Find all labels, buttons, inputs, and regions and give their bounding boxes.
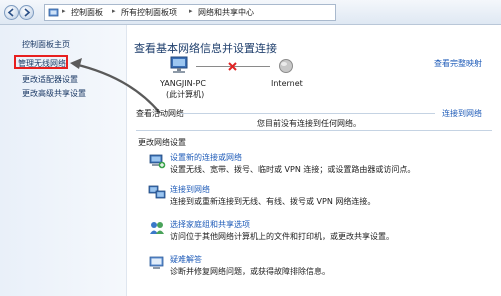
crumb-separator[interactable]: ▸ [189, 7, 193, 15]
computer-name: YANGJIN-PC [160, 79, 206, 88]
disconnected-x-icon [228, 62, 237, 71]
section-divider [136, 130, 492, 131]
breadcrumb[interactable]: ▸ 控制面板 ▸ 所有控制面板项 ▸ 网络和共享中心 [44, 4, 336, 21]
back-button[interactable] [4, 5, 19, 20]
task-connect-network-desc: 连接到或重新连接到无线、有线、拨号或 VPN 网络连接。 [170, 197, 376, 206]
address-bar: ▸ 控制面板 ▸ 所有控制面板项 ▸ 网络和共享中心 [0, 0, 501, 25]
change-settings-label: 更改网络设置 [138, 138, 186, 147]
crumb-separator[interactable]: ▸ [62, 7, 66, 15]
annotation-arrow-icon [70, 58, 161, 114]
connect-to-network-link[interactable]: 连接到网络 [442, 108, 482, 119]
control-panel-icon [48, 8, 59, 17]
connect-network-icon[interactable] [148, 183, 166, 201]
page-title: 查看基本网络信息并设置连接 [134, 42, 277, 55]
task-troubleshoot-link[interactable]: 疑难解答 [170, 254, 202, 265]
sidebar-home-link[interactable]: 控制面板主页 [22, 39, 70, 50]
back-arrow-icon [7, 8, 14, 17]
homegroup-icon[interactable] [148, 219, 166, 237]
new-connection-icon[interactable] [148, 152, 166, 170]
task-setup-connection-desc: 设置无线、宽带、拨号、临时或 VPN 连接；或设置路由器或访问点。 [170, 165, 416, 174]
crumb-all-items[interactable]: 所有控制面板项 [121, 7, 177, 18]
forward-button[interactable] [19, 5, 34, 20]
troubleshoot-icon[interactable] [148, 254, 166, 272]
computer-sub-label: (此计算机) [166, 90, 205, 99]
task-troubleshoot-desc: 诊断并修复网络问题，或获得故障排除信息。 [170, 267, 330, 276]
computer-icon [170, 56, 188, 73]
internet-globe-icon [279, 59, 293, 73]
active-networks-label: 查看活动网络 [136, 109, 184, 118]
section-divider [180, 113, 435, 114]
view-full-map-link[interactable]: 查看完整映射 [434, 58, 482, 69]
crumb-separator[interactable]: ▸ [112, 7, 116, 15]
forward-arrow-icon [24, 8, 31, 17]
crumb-network-center[interactable]: 网络和共享中心 [198, 7, 254, 18]
task-setup-connection-link[interactable]: 设置新的连接或网络 [170, 152, 242, 163]
no-network-status: 您目前没有连接到任何网络。 [257, 119, 361, 128]
task-homegroup-link[interactable]: 选择家庭组和共享选项 [170, 219, 250, 230]
task-connect-network-link[interactable]: 连接到网络 [170, 184, 210, 195]
internet-label: Internet [271, 79, 303, 88]
task-homegroup-desc: 访问位于其他网络计算机上的文件和打印机，或更改共享设置。 [170, 232, 394, 241]
crumb-control-panel[interactable]: 控制面板 [71, 7, 103, 18]
